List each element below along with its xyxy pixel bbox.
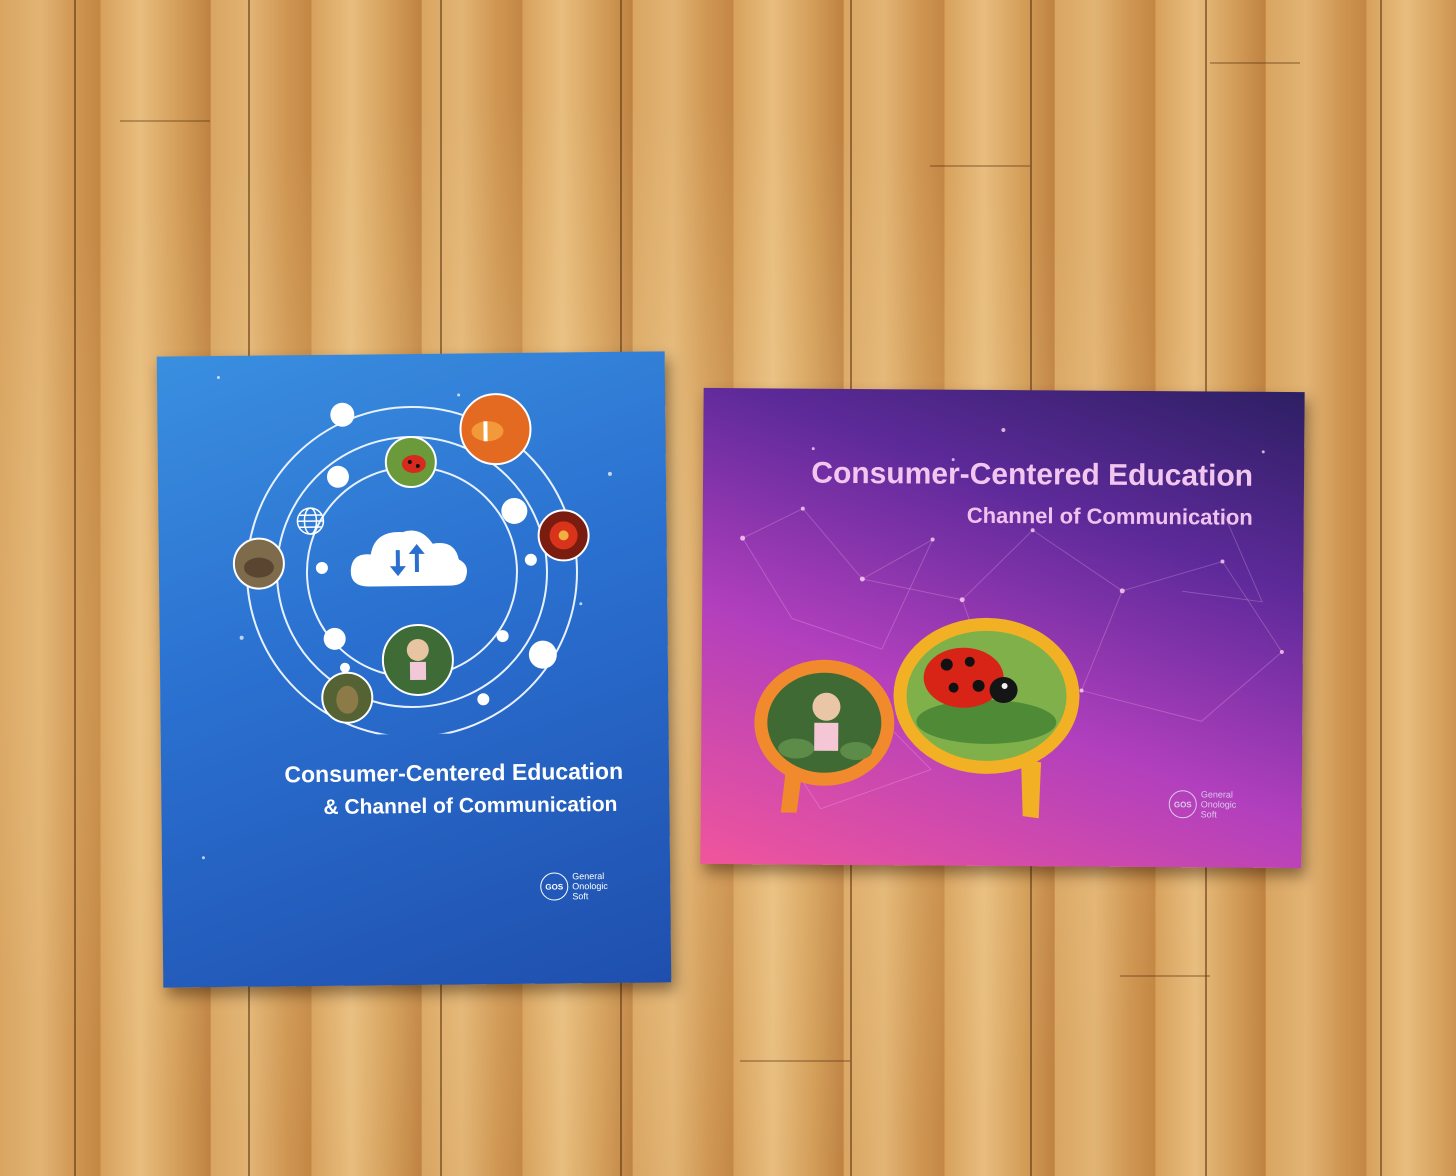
purple-book-title: Consumer-Centered Education bbox=[811, 456, 1254, 493]
logo-line: General bbox=[572, 871, 605, 882]
purple-book-subtitle: Channel of Communication bbox=[966, 502, 1253, 530]
purple-brochure: Consumer-Centered Education Channel of C… bbox=[700, 387, 1305, 869]
orbit-node bbox=[528, 640, 557, 669]
orbit-node bbox=[330, 402, 355, 427]
gos-logo-mark: GOS bbox=[540, 872, 569, 901]
logo-line: Onologic bbox=[572, 880, 608, 892]
gos-logo: GOS General Onologic Soft bbox=[540, 871, 608, 902]
plank-seam bbox=[120, 120, 210, 122]
speech-bubble-ladybug bbox=[893, 617, 1080, 819]
clownfish-photo bbox=[459, 393, 532, 466]
leopard-photo bbox=[321, 671, 374, 724]
orbit-node bbox=[339, 662, 350, 673]
sparkle bbox=[201, 856, 205, 860]
blue-book-title: Consumer-Centered Education bbox=[284, 757, 624, 788]
logo-line: Soft bbox=[572, 891, 589, 902]
gos-logo: GOS General Onologic Soft bbox=[1168, 789, 1237, 819]
plank-joint bbox=[74, 0, 76, 1176]
gos-logo-mark: GOS bbox=[1168, 790, 1197, 819]
orbit-node bbox=[323, 627, 346, 650]
gos-logo-text: General Onologic Soft bbox=[1201, 789, 1237, 819]
girl-photo bbox=[381, 623, 454, 696]
gos-logo-text: General Onologic Soft bbox=[572, 871, 608, 901]
tortoise-photo bbox=[232, 537, 285, 590]
plank-joint bbox=[1380, 0, 1382, 1176]
cloud-icon bbox=[350, 530, 467, 587]
plank-seam bbox=[740, 1060, 850, 1062]
orbit-diagram bbox=[232, 393, 590, 737]
orbit-node bbox=[501, 497, 528, 524]
orbit-node bbox=[326, 465, 349, 488]
blue-brochure: Consumer-Centered Education & Channel of… bbox=[156, 351, 672, 988]
plank-seam bbox=[1120, 975, 1210, 977]
globe-icon bbox=[296, 507, 325, 535]
flower-photo bbox=[537, 509, 590, 562]
plank-seam bbox=[930, 165, 1030, 167]
blue-book-subtitle: & Channel of Communication bbox=[323, 792, 618, 819]
logo-line: Soft bbox=[1200, 809, 1217, 820]
logo-line: General bbox=[1200, 789, 1233, 800]
plank-seam bbox=[1210, 62, 1300, 64]
ladybug-photo bbox=[384, 436, 437, 489]
orbit-node bbox=[524, 553, 537, 566]
orbit-node bbox=[477, 693, 490, 706]
logo-line: Onologic bbox=[1200, 799, 1237, 810]
orbit-node bbox=[315, 561, 328, 574]
